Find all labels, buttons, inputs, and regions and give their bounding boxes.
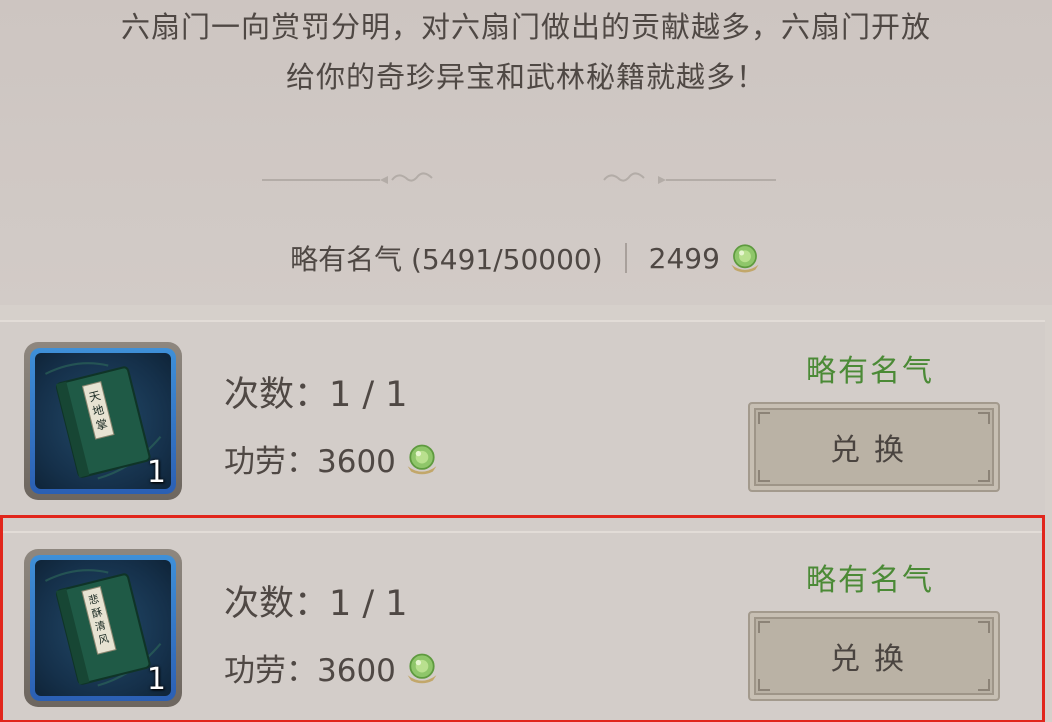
intro-text: 六扇门一向赏罚分明，对六扇门做出的贡献越多，六扇门开放 给你的奇珍异宝和武林秘籍… [0,2,1052,102]
exchange-item-card: 天 地 掌 1 次数：1 / 1 功劳：3600 略有名气 兑换 [0,320,1045,518]
exchange-item-card-selected: 悲 酥 清 风 1 次数：1 / 1 功劳：3600 略有名气 兑换 [0,515,1045,722]
merit-coin-icon [404,650,440,686]
reputation-rank: 略有名气 (5491/50000) [290,243,603,276]
exchange-count: 次数：1 / 1 [224,584,408,624]
item-quantity: 1 [146,455,166,490]
intro-line-2: 给你的奇珍异宝和武林秘籍就越多！ [285,60,766,94]
merit-coin-icon [728,241,762,275]
rank-requirement: 略有名气 [806,563,934,598]
exchange-count: 次数：1 / 1 [224,375,408,415]
exchange-button[interactable]: 兑换 [748,611,1000,701]
status-separator [624,243,627,273]
merit-cost-text: 功劳：3600 [224,653,396,689]
rank-requirement: 略有名气 [806,354,934,389]
merit-cost: 功劳：3600 [224,436,440,481]
merit-coin-icon [404,441,440,477]
merit-cost: 功劳：3600 [224,645,440,690]
exchange-button-label: 兑换 [830,433,918,468]
status-bar: 略有名气 (5491/50000) 2499 [0,236,1052,280]
exchange-button-label: 兑换 [830,642,918,677]
exchange-button[interactable]: 兑换 [748,402,1000,492]
exchange-header: 六扇门一向赏罚分明，对六扇门做出的贡献越多，六扇门开放 给你的奇珍异宝和武林秘籍… [0,0,1052,305]
currency-amount: 2499 [648,241,720,275]
item-slot[interactable]: 天 地 掌 1 [24,342,182,500]
merit-cost-text: 功劳：3600 [224,444,396,480]
item-quantity: 1 [146,662,166,697]
item-slot[interactable]: 悲 酥 清 风 1 [24,549,182,707]
intro-line-1: 六扇门一向赏罚分明，对六扇门做出的贡献越多，六扇门开放 [120,10,931,44]
ornamental-divider [262,172,776,184]
